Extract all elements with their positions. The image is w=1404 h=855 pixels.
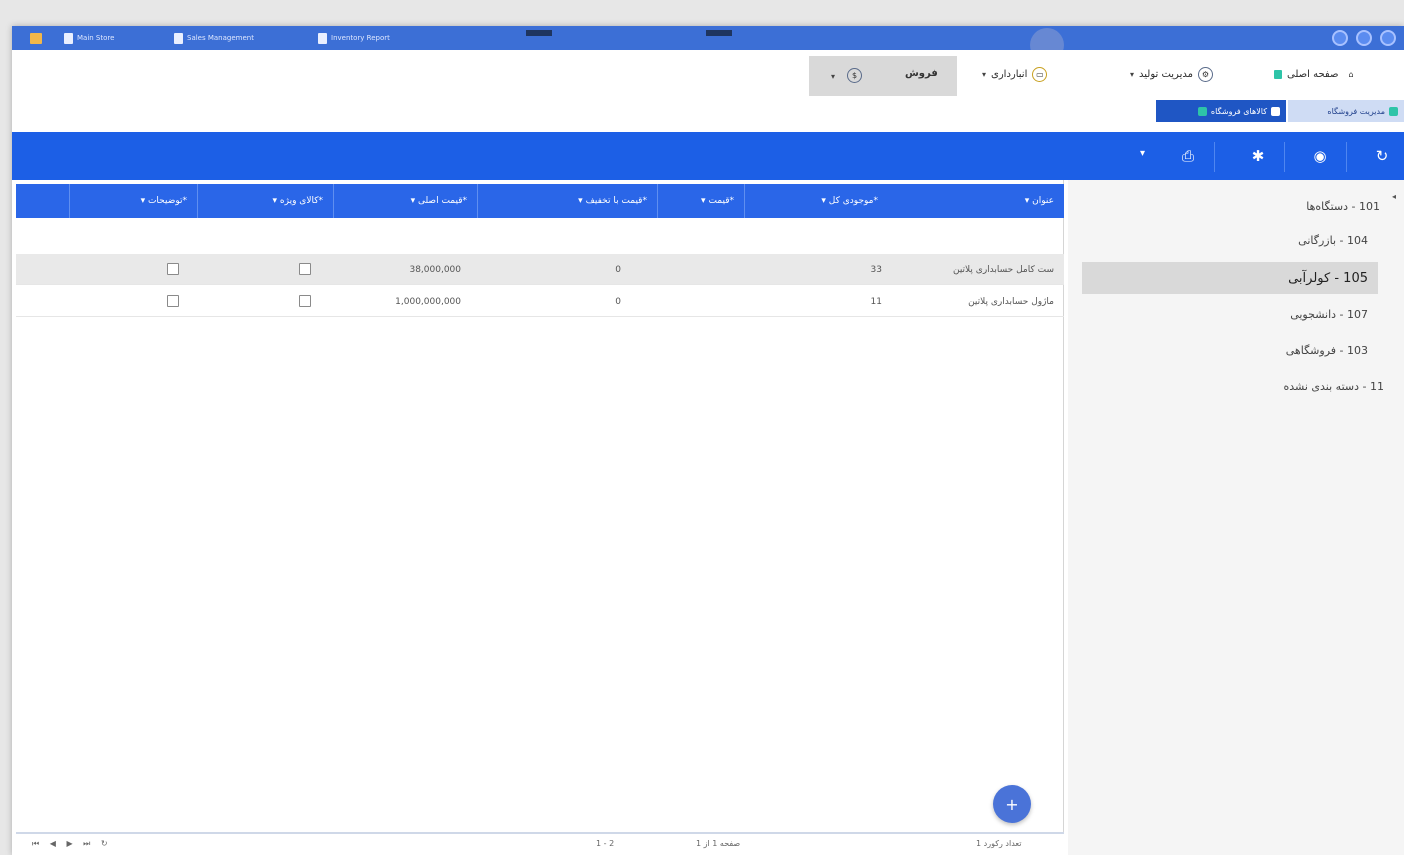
cell-stock: 11 [870, 296, 882, 307]
tab-bar: مدیریت فروشگاه کالاهای فروشگاه [12, 100, 1404, 132]
print-icon[interactable]: ⎙ [1178, 146, 1198, 166]
dropdown-caret-icon[interactable]: ▾ [1140, 148, 1145, 159]
menu-home[interactable]: ⌂ صفحه اصلی [1274, 64, 1358, 84]
column-discount-price[interactable]: * قیمت با تخفیف ▾ [477, 184, 657, 218]
column-special[interactable]: * کالای ویژه ▾ [197, 184, 333, 218]
column-title[interactable]: عنوان ▾ [888, 184, 1064, 218]
toolbar-separator [1214, 142, 1215, 172]
settings-icon[interactable]: ✱ [1248, 146, 1268, 166]
tree-item[interactable]: 103 - فروشگاهی [1286, 336, 1368, 364]
tree-item[interactable]: 104 - بازرگانی [1298, 226, 1368, 254]
production-icon: ⚙ [1197, 66, 1213, 82]
cell-title: ست کامل حسابداری پلاتین [952, 264, 1054, 275]
pager-page-info: صفحه 1 از 1 [696, 839, 741, 848]
special-checkbox[interactable] [299, 263, 311, 275]
cell-discount-price: 0 [615, 264, 621, 275]
tab-refresh-icon [1197, 106, 1207, 116]
taskbar-block [526, 30, 552, 36]
products-grid: عنوان ▾ * موجودی کل ▾ * قیمت ▾ * قیمت با تخ… [16, 180, 1064, 855]
home-icon: ⌂ [1348, 69, 1354, 79]
tab-store-products[interactable]: کالاهای فروشگاه [1156, 100, 1286, 122]
minimize-icon[interactable] [1332, 30, 1348, 46]
menu-marker-icon [1274, 69, 1282, 79]
caret-icon: ▾ [1130, 69, 1135, 79]
special-checkbox[interactable] [299, 295, 311, 307]
pager-range: 1 - 2 [596, 839, 615, 848]
notes-checkbox[interactable] [167, 295, 179, 307]
top-taskbar: Main Store Sales Management Inventory Re… [12, 26, 1404, 50]
cell-price [657, 286, 744, 317]
file-icon [318, 32, 327, 44]
menu-sales[interactable]: ▾ $ فروش [809, 56, 957, 96]
taskbar-item[interactable]: Sales Management [174, 31, 254, 45]
column-stock[interactable]: * موجودی کل ▾ [744, 184, 888, 218]
notes-checkbox[interactable] [167, 263, 179, 275]
tab-icon [1271, 106, 1280, 116]
pager-controls[interactable]: ⏮ ◀ ▶ ⏭ ↻ [32, 839, 112, 849]
main-menu: ⌂ صفحه اصلی ⚙ مدیریت تولید ▾ ▭ انبارداری… [12, 50, 1404, 100]
taskbar-block [706, 30, 732, 36]
pager-size: تعداد رکورد 1 [976, 839, 1022, 848]
close-icon[interactable] [1380, 30, 1396, 46]
globe-icon[interactable]: ◉ [1310, 146, 1330, 166]
menu-warehouse[interactable]: ▭ انبارداری ▾ [982, 64, 1048, 84]
grid-header: عنوان ▾ * موجودی کل ▾ * قیمت ▾ * قیمت با تخ… [16, 184, 1064, 218]
column-original-price[interactable]: * قیمت اصلی ▾ [333, 184, 477, 218]
cell-discount-price: 0 [615, 296, 621, 307]
add-button[interactable]: + [993, 785, 1031, 823]
table-row[interactable]: ست کامل حسابداری پلاتین 33 0 38,000,000 [16, 254, 1064, 285]
expand-icon[interactable]: ◂ [1392, 192, 1396, 201]
toolbar-separator [1284, 142, 1285, 172]
tree-item-selected[interactable]: 105 - کولرآبی [1082, 262, 1378, 294]
app-window: Main Store Sales Management Inventory Re… [12, 26, 1404, 855]
table-row[interactable]: ماژول حسابداری پلاتین 11 0 1,000,000,000 [16, 286, 1064, 317]
tab-icon [1389, 106, 1398, 116]
column-price[interactable]: * قیمت ▾ [657, 184, 744, 218]
maximize-icon[interactable] [1356, 30, 1372, 46]
warehouse-icon: ▭ [1032, 66, 1048, 82]
screenshot-canvas: Main Store Sales Management Inventory Re… [0, 0, 1404, 855]
caret-icon: ▾ [831, 72, 836, 81]
grid-pager: ⏮ ◀ ▶ ⏭ ↻ 1 - 2 صفحه 1 از 1 تعداد رکورد … [16, 832, 1064, 855]
cell-title: ماژول حسابداری پلاتین [968, 296, 1054, 307]
file-icon [174, 32, 183, 44]
app-icon[interactable] [30, 31, 42, 45]
menu-production[interactable]: ⚙ مدیریت تولید ▾ [1130, 64, 1213, 84]
tab-store-management[interactable]: مدیریت فروشگاه [1288, 100, 1404, 122]
tree-item[interactable]: 107 - دانشجویی [1290, 300, 1368, 328]
cell-original-price: 1,000,000,000 [395, 296, 461, 307]
tree-item[interactable]: 11 - دسته بندی نشده [1284, 372, 1384, 400]
file-icon [64, 32, 73, 44]
tree-item[interactable]: 101 - دستگاه‌ها [1306, 192, 1380, 220]
caret-icon: ▾ [982, 69, 987, 79]
category-tree: ◂ 101 - دستگاه‌ها 104 - بازرگانی 105 - ک… [1068, 180, 1404, 855]
toolbar-separator [1346, 142, 1347, 172]
column-notes[interactable]: * توضیحات ▾ [69, 184, 197, 218]
cell-original-price: 38,000,000 [409, 264, 461, 275]
taskbar-item[interactable]: Main Store [64, 31, 114, 45]
refresh-icon[interactable]: ↻ [1372, 146, 1392, 166]
sales-icon: $ [847, 68, 862, 83]
cell-price [657, 254, 744, 285]
cell-stock: 33 [870, 264, 882, 275]
taskbar-item[interactable]: Inventory Report [318, 31, 390, 45]
action-toolbar: ▾ ⎙ ✱ ◉ ↻ [12, 132, 1404, 180]
